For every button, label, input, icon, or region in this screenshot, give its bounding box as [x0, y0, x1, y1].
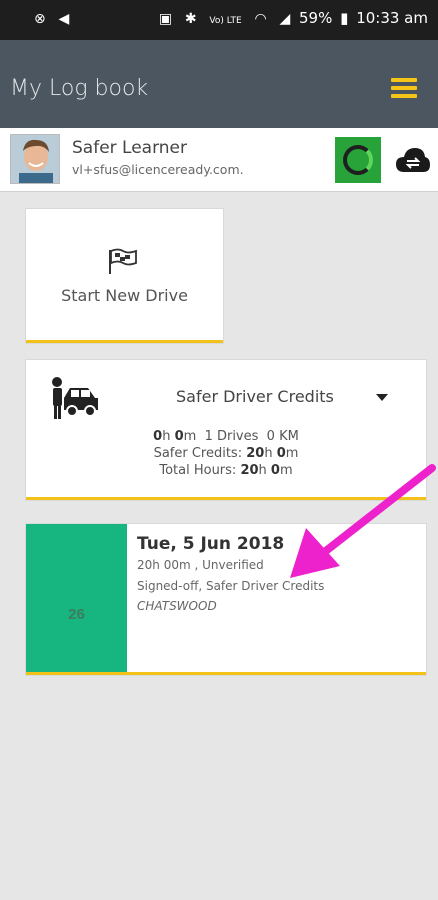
status-left-icons: ⊗ ◀ — [34, 9, 77, 27]
entry-location: CHATSWOOD — [137, 599, 217, 613]
entry-duration-status: 20h 00m , Unverified — [137, 558, 264, 572]
credits-title: Safer Driver Credits — [176, 387, 334, 406]
start-new-drive-card[interactable]: Start New Drive — [26, 209, 223, 343]
start-new-drive-label: Start New Drive — [61, 286, 188, 305]
nfc-icon: ▣ — [158, 11, 173, 27]
status-bar: ⊗ ◀ ▣ ✱ Vo) LTE ◠ ◢ 59% ▮ 10:33 am — [0, 0, 438, 40]
page-title: My Log book — [10, 76, 149, 101]
entry-day-block: 26 — [26, 524, 127, 672]
drive-summary: 0h 0m 1 Drives 0 KM — [153, 429, 299, 444]
annotation-arrow-icon — [290, 464, 436, 578]
entry-day-number: 26 — [68, 606, 85, 623]
hamburger-icon[interactable] — [391, 78, 417, 98]
navigation-icon: ◀ — [58, 11, 70, 27]
safer-credits-line: Safer Credits: 20h 0m — [153, 446, 299, 461]
profile-email: vl+sfus@licenceready.com. — [72, 162, 244, 177]
clock: 10:33 am — [356, 9, 428, 27]
avatar[interactable] — [10, 134, 60, 184]
battery-percent: 59% — [299, 9, 333, 27]
driver-car-icon — [52, 377, 98, 419]
alarm-icon: ⊗ — [34, 11, 46, 27]
sync-progress-icon — [343, 145, 373, 175]
cloud-sync-icon[interactable] — [396, 146, 430, 174]
app-bar: My Log book — [0, 40, 438, 128]
flag-icon — [109, 248, 137, 274]
battery-icon: ▮ — [340, 9, 349, 27]
caret-down-icon[interactable] — [376, 394, 388, 401]
sync-progress-button[interactable] — [335, 137, 381, 183]
profile-name: Safer Learner — [72, 138, 188, 158]
bluetooth-icon: ✱ — [184, 11, 197, 27]
wifi-icon: ◠ — [254, 11, 267, 27]
signal-icon: ◢ — [279, 11, 291, 27]
profile-header: Safer Learner vl+sfus@licenceready.com. — [0, 128, 438, 192]
status-right-icons: ▣ ✱ Vo) LTE ◠ ◢ 59% ▮ 10:33 am — [159, 9, 428, 27]
entry-date: Tue, 5 Jun 2018 — [137, 534, 285, 554]
volte-icon: Vo) LTE — [209, 16, 242, 26]
